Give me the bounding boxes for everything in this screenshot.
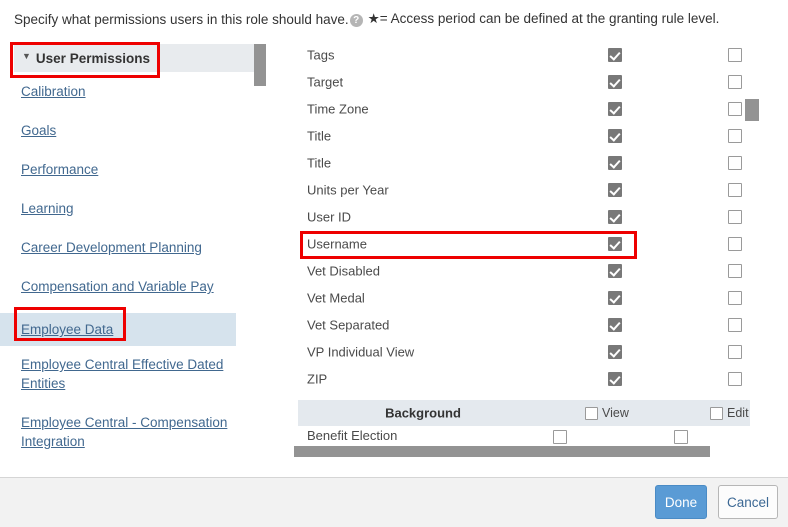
edit-checkbox[interactable] [728,372,742,386]
edit-checkbox[interactable] [728,129,742,143]
section-view-checkbox[interactable] [585,407,598,420]
sidebar-item-label[interactable]: Employee Data [21,320,113,339]
instruction-bar: Specify what permissions users in this r… [0,0,788,38]
permission-list-horizontal-scrollbar-thumb[interactable] [294,446,710,457]
view-checkbox[interactable] [608,210,622,224]
sidebar-item-compensation-and-variable-pay[interactable]: Compensation and Variable Pay [0,277,278,296]
permission-label: User ID [307,209,351,224]
edit-checkbox[interactable] [728,237,742,251]
view-checkbox[interactable] [553,430,567,444]
permission-label: Units per Year [307,182,389,197]
sidebar-item-label[interactable]: Calibration [21,82,86,101]
permission-list-scrollbar-thumb[interactable] [745,99,759,121]
sidebar-item-label[interactable]: Career Development Planning [21,238,202,257]
section-edit-label: Edit [727,406,749,420]
sidebar-item-employee-central-effective-dated-entities[interactable]: Employee Central Effective Dated Entitie… [0,355,250,393]
table-row[interactable]: Title [294,149,788,176]
permission-label: VP Individual View [307,344,414,359]
view-checkbox[interactable] [608,75,622,89]
permission-label: Time Zone [307,101,369,116]
sidebar-item-label[interactable]: Goals [21,121,56,140]
section-header-title: Background [298,406,548,421]
sidebar-item-goals[interactable]: Goals [0,121,278,140]
edit-checkbox[interactable] [728,345,742,359]
main-region: ▼ User Permissions Calibration Goals Per… [0,38,788,477]
edit-checkbox[interactable] [728,318,742,332]
chevron-down-icon[interactable]: ▼ [22,52,31,61]
section-view-column[interactable]: View [585,406,629,420]
permission-list-panel: Tags Target Time Zone Title Title Units … [294,38,788,477]
access-period-note: ★= Access period can be defined at the g… [368,11,720,27]
view-checkbox[interactable] [608,291,622,305]
view-checkbox[interactable] [608,183,622,197]
sidebar-item-employee-central-compensation-integration[interactable]: Employee Central - Compensation Integrat… [0,413,250,451]
section-header-background: Background View Edit [298,400,750,426]
done-button[interactable]: Done [655,485,707,519]
view-checkbox[interactable] [608,237,622,251]
table-row[interactable]: Vet Disabled [294,257,788,284]
view-checkbox[interactable] [608,102,622,116]
table-row[interactable]: Target [294,68,788,95]
dialog-footer: Done Cancel [0,477,788,527]
permission-label: Title [307,155,331,170]
edit-checkbox[interactable] [728,75,742,89]
category-panel-scrollbar-track[interactable] [254,42,266,477]
edit-checkbox[interactable] [728,210,742,224]
section-edit-column[interactable]: Edit [710,406,749,420]
sidebar-item-label[interactable]: Learning [21,199,74,218]
sidebar-item-career-development-planning[interactable]: Career Development Planning [0,238,278,257]
table-row[interactable]: ZIP [294,365,788,392]
table-row[interactable]: VP Individual View [294,338,788,365]
table-row[interactable]: Vet Medal [294,284,788,311]
sidebar-item-label[interactable]: Employee Central - Compensation Integrat… [21,413,250,451]
category-panel-scrollbar-thumb[interactable] [254,44,266,86]
permission-label: Tags [307,47,334,62]
view-checkbox[interactable] [608,129,622,143]
permission-label: Vet Disabled [307,263,380,278]
permission-label: Benefit Election [307,428,397,443]
edit-checkbox[interactable] [728,156,742,170]
view-checkbox[interactable] [608,48,622,62]
section-edit-checkbox[interactable] [710,407,723,420]
edit-checkbox[interactable] [728,264,742,278]
edit-checkbox[interactable] [674,430,688,444]
sidebar-item-performance[interactable]: Performance [0,160,278,179]
table-row-username[interactable]: Username [294,230,788,257]
edit-checkbox[interactable] [728,291,742,305]
edit-checkbox[interactable] [728,183,742,197]
sidebar-item-employee-data[interactable]: Employee Data [0,313,236,346]
permission-label: Target [307,74,343,89]
table-row[interactable]: Units per Year [294,176,788,203]
sidebar-item-label[interactable]: Performance [21,160,98,179]
table-row[interactable]: Vet Separated [294,311,788,338]
cancel-button[interactable]: Cancel [718,485,778,519]
instruction-text: Specify what permissions users in this r… [14,12,349,27]
edit-checkbox[interactable] [728,102,742,116]
edit-checkbox[interactable] [728,48,742,62]
user-permissions-title: User Permissions [36,51,150,66]
view-checkbox[interactable] [608,372,622,386]
view-checkbox[interactable] [608,345,622,359]
permission-label: ZIP [307,371,327,386]
permission-label: Vet Medal [307,290,365,305]
view-checkbox[interactable] [608,318,622,332]
table-row[interactable]: Time Zone [294,95,788,122]
help-circle-icon[interactable]: ? [350,14,363,27]
sidebar-item-calibration[interactable]: Calibration [0,82,278,101]
permission-label: Username [307,236,367,251]
permission-label: Title [307,128,331,143]
view-checkbox[interactable] [608,264,622,278]
permission-category-panel: ▼ User Permissions Calibration Goals Per… [0,38,278,477]
table-row[interactable]: Title [294,122,788,149]
sidebar-item-learning[interactable]: Learning [0,199,278,218]
section-view-label: View [602,406,629,420]
sidebar-item-label[interactable]: Employee Central Effective Dated Entitie… [21,355,250,393]
sidebar-item-label[interactable]: Compensation and Variable Pay [21,277,214,296]
table-row[interactable]: User ID [294,203,788,230]
user-permissions-header[interactable]: ▼ User Permissions [14,44,266,72]
permission-label: Vet Separated [307,317,389,332]
view-checkbox[interactable] [608,156,622,170]
table-row[interactable]: Tags [294,41,788,68]
